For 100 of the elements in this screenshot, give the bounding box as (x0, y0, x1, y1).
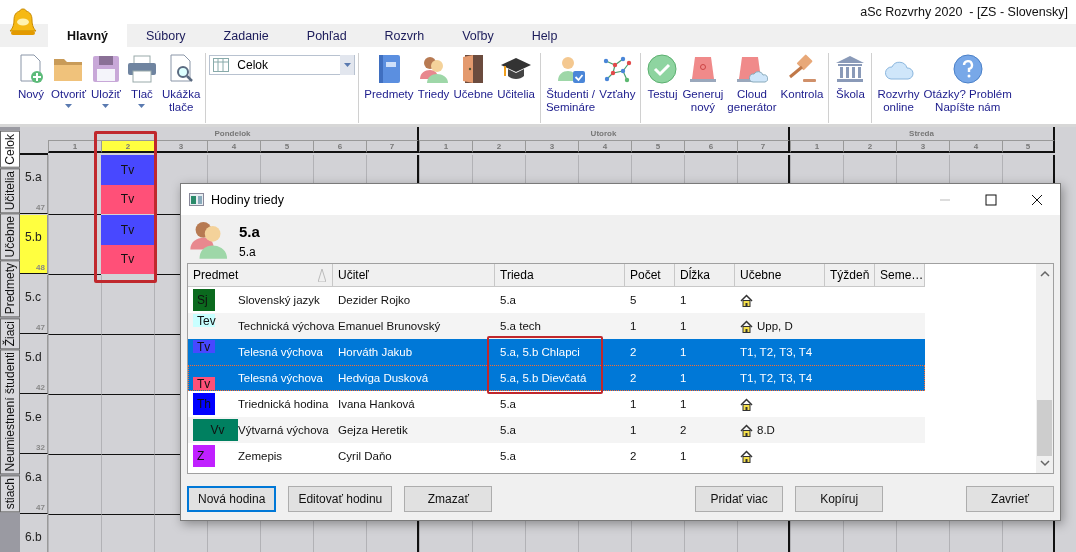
ribbon-button[interactable]: Otázky? Problém Napíšte nám (921, 53, 1014, 123)
period-header: 2 (843, 141, 896, 153)
ribbon-button[interactable]: Generuj nový (680, 53, 726, 123)
sort-icon (318, 269, 326, 282)
printer-icon (126, 53, 158, 85)
class-name: 6.a (25, 470, 42, 484)
subject-name: Výtvarná výchova (238, 424, 329, 436)
ribbon-button[interactable]: Uložiť (88, 53, 124, 123)
menu-tab[interactable]: Zadanie (204, 24, 288, 47)
ribbon-button[interactable]: Študenti / Semináre (543, 53, 598, 123)
ribbon-button[interactable]: Rozvrhy online (875, 53, 922, 123)
ribbon-button[interactable]: Triedy (415, 53, 452, 123)
timetable-cell[interactable] (48, 395, 101, 455)
rooms-cell: 8.D (757, 424, 775, 436)
scrollbar-thumb[interactable] (1037, 400, 1052, 456)
column-header[interactable]: Dĺžka (675, 264, 735, 287)
class-row-header[interactable]: 5.b 48 (20, 215, 48, 274)
dialog-button[interactable]: Nová hodina (187, 486, 277, 512)
subject-tile: Th (193, 393, 215, 415)
ribbon-button[interactable]: Škola (832, 53, 869, 123)
lesson-card[interactable]: Tv (101, 244, 154, 274)
class-row-header[interactable]: 6.b (20, 515, 48, 552)
column-header[interactable]: Týždeň (825, 264, 875, 287)
ribbon-button[interactable]: Cloud generátor (725, 53, 779, 123)
side-tab[interactable]: stiach (0, 474, 20, 512)
ribbon-button[interactable]: Kontrola (778, 53, 826, 123)
length-cell: 1 (680, 372, 687, 384)
table-row[interactable]: Tev Technická výchova Emanuel Brunovský 5.a tech 1 1 Upp, D (188, 313, 925, 339)
subject-name: Slovenský jazyk (238, 294, 320, 306)
scroll-down-icon[interactable] (1039, 459, 1050, 467)
subject-tile: Z (193, 445, 215, 467)
class-name: 5.b (25, 230, 42, 244)
lesson-card[interactable]: Tv (101, 184, 154, 214)
ribbon-button[interactable]: Učitelia (495, 53, 537, 123)
dialog-button[interactable]: Zmazať (404, 486, 493, 512)
dialog-button[interactable]: Editovať hodinu (288, 486, 393, 512)
class-name: 5.e (25, 410, 42, 424)
timetable-cell[interactable] (48, 455, 101, 515)
side-tab[interactable]: Predmety (0, 260, 20, 318)
subject-name: Telesná výchova (238, 372, 324, 384)
ribbon-button[interactable]: Tlač (124, 53, 160, 123)
caret-icon (138, 104, 146, 108)
table-row[interactable]: Tv Telesná výchova Horváth Jakub 5.a, 5.b Chlapci 2 1 T1, T2, T3, T4 (188, 339, 925, 365)
timetable-cell[interactable] (48, 335, 101, 395)
class-row-header[interactable]: 6.a 47 (20, 455, 48, 514)
timetable-cell[interactable] (101, 395, 154, 455)
column-header[interactable]: Trieda (495, 264, 625, 287)
ribbon-button[interactable]: Učebne (451, 53, 496, 123)
side-tab[interactable]: Celok (0, 131, 20, 168)
menu-tab[interactable]: Help (512, 24, 577, 47)
side-tab[interactable]: Žiaci (0, 317, 20, 350)
menu-tab[interactable]: Súbory (127, 24, 205, 47)
table-row[interactable]: Vv Výtvarná výchova Gejza Heretik 5.a 1 2 8.D (188, 417, 925, 443)
count-cell: 5 (630, 294, 637, 306)
subject-name: Technická výchova (238, 320, 335, 332)
period-header: 6 (684, 141, 737, 153)
side-tab[interactable]: Učitelia (0, 167, 20, 214)
class-row-header[interactable]: 5.e 32 (20, 395, 48, 454)
menu-tab[interactable]: Pohľad (287, 24, 366, 47)
ribbon-button[interactable]: Otvoriť (49, 53, 88, 123)
view-dropdown[interactable]: Celok (209, 55, 356, 75)
class-cell: 5.a (500, 450, 516, 462)
timetable-cell[interactable] (101, 275, 154, 335)
side-tab[interactable]: Neumiestnení študenti (0, 349, 20, 475)
class-name: 5.d (25, 350, 42, 364)
scroll-up-icon[interactable] (1039, 270, 1050, 278)
class-row-header[interactable]: 5.d 42 (20, 335, 48, 394)
day-header: Utorok (419, 127, 790, 141)
ribbon-button[interactable]: Vzťahy (597, 53, 638, 123)
teacher-name: Hedviga Dusková (338, 372, 429, 384)
bell-logo-icon[interactable] (9, 7, 37, 37)
ribbon-button[interactable]: Predmety (362, 53, 416, 123)
class-row-header[interactable]: 5.a 47 (20, 155, 48, 214)
class-row-header[interactable]: 5.c 47 (20, 275, 48, 334)
column-header[interactable]: Učiteľ (333, 264, 495, 287)
dialog-button[interactable]: Zavrieť (966, 486, 1054, 512)
table-icon (213, 58, 230, 72)
timetable-cell[interactable] (101, 455, 154, 515)
ribbon-button[interactable]: Ukážka tlače (160, 53, 203, 123)
menu-tab[interactable]: Voľby (443, 24, 513, 47)
ribbon-button[interactable]: Nový (13, 53, 49, 123)
menu-tab[interactable]: Hlavný (48, 24, 127, 47)
table-row[interactable]: Tv Telesná výchova Hedviga Dusková 5.a, 5.b Dievčatá 2 1 T1, T2, T3, T4 (188, 365, 925, 391)
class-cell: 5.a tech (500, 320, 541, 332)
period-header: 4 (207, 141, 260, 153)
column-header[interactable]: Učebne (735, 264, 825, 287)
ribbon-button[interactable]: Testuj (644, 53, 681, 123)
length-cell: 1 (680, 450, 687, 462)
period-header: 6 (313, 141, 366, 153)
dialog-button[interactable]: Pridať viac (695, 486, 784, 512)
column-header[interactable]: Seme… (875, 264, 925, 287)
side-tab[interactable]: Učebne (0, 213, 20, 261)
menu-tab[interactable]: Rozvrh (365, 24, 444, 47)
timetable-cell[interactable] (101, 335, 154, 395)
column-header[interactable]: Počet (625, 264, 675, 287)
column-header[interactable]: Predmet (188, 264, 333, 287)
subject-tile: Vv (193, 419, 238, 441)
dialog-button[interactable]: Kopíruj (795, 486, 884, 512)
timetable-cell[interactable] (48, 275, 101, 335)
rooms-cell: Upp, D (757, 320, 793, 332)
